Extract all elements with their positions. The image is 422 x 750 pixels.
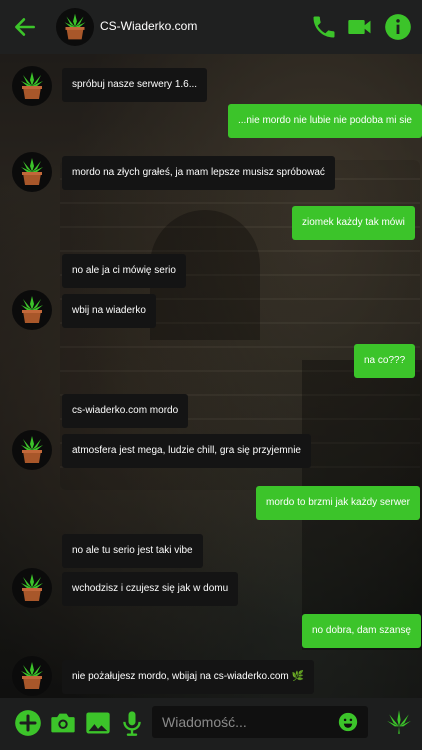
sender-avatar (12, 66, 52, 106)
info-icon[interactable] (384, 13, 412, 41)
chat-header: CS-Wiaderko.com (0, 0, 422, 54)
plant-pot-icon (64, 13, 86, 40)
plant-pot-icon (21, 574, 43, 601)
message-composer: Wiadomość... (0, 698, 422, 750)
plant-pot-icon (21, 158, 43, 185)
message-incoming[interactable]: no ale tu serio jest taki vibe (62, 534, 203, 568)
emoji-icon[interactable] (338, 712, 358, 732)
message-outgoing[interactable]: mordo to brzmi jak każdy serwer (256, 486, 420, 520)
message-incoming[interactable]: atmosfera jest mega, ludzie chill, gra s… (62, 434, 311, 468)
message-outgoing[interactable]: ziomek każdy tak mówi (292, 206, 415, 240)
plant-pot-icon (21, 296, 43, 323)
message-outgoing[interactable]: no dobra, dam szansę (302, 614, 421, 648)
message-incoming[interactable]: wbij na wiaderko (62, 294, 156, 328)
message-incoming[interactable]: no ale ja ci mówię serio (62, 254, 186, 288)
sender-avatar (12, 430, 52, 470)
message-input[interactable]: Wiadomość... (152, 706, 368, 738)
phone-icon[interactable] (310, 13, 338, 41)
gallery-icon[interactable] (84, 709, 112, 737)
message-outgoing[interactable]: na co??? (354, 344, 416, 378)
contact-avatar[interactable] (56, 8, 94, 46)
plant-pot-icon (21, 662, 43, 689)
message-outgoing[interactable]: ...nie mordo nie lubie nie podoba mi sie (228, 104, 422, 138)
microphone-icon[interactable] (118, 709, 146, 737)
message-incoming[interactable]: spróbuj nasze serwery 1.6... (62, 68, 208, 102)
sender-avatar (12, 152, 52, 192)
contact-name[interactable]: CS-Wiaderko.com (100, 19, 197, 33)
message-incoming[interactable]: cs-wiaderko.com mordo (62, 394, 189, 428)
camera-icon[interactable] (49, 709, 77, 737)
leaf-icon[interactable] (386, 709, 412, 735)
video-camera-icon[interactable] (346, 13, 374, 41)
plant-pot-icon (21, 436, 43, 463)
back-arrow-icon[interactable] (12, 14, 38, 40)
sender-avatar (12, 568, 52, 608)
message-incoming[interactable]: mordo na złych grałeś, ja mam lepsze mus… (62, 156, 335, 190)
add-icon[interactable] (14, 709, 42, 737)
message-list[interactable]: spróbuj nasze serwery 1.6... ...nie mord… (0, 54, 422, 698)
plant-pot-icon (21, 72, 43, 99)
message-incoming[interactable]: nie pożałujesz mordo, wbijaj na cs-wiade… (62, 660, 314, 694)
message-incoming[interactable]: wchodzisz i czujesz się jak w domu (62, 572, 239, 606)
sender-avatar (12, 290, 52, 330)
sender-avatar (12, 656, 52, 696)
